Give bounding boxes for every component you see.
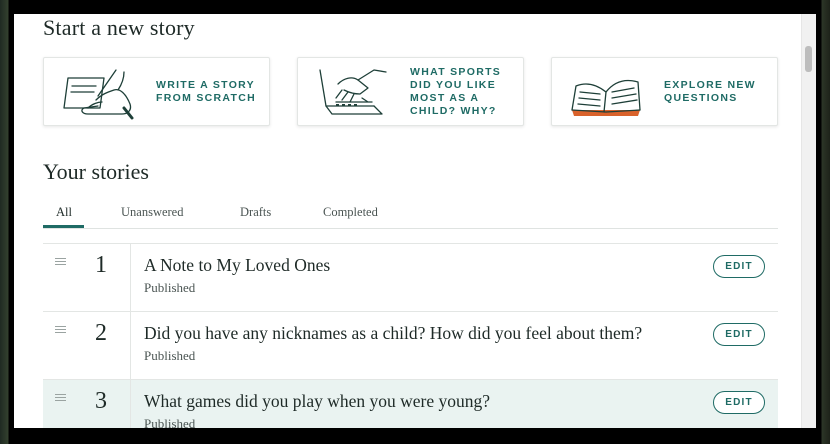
row-divider <box>130 244 131 311</box>
story-status: Published <box>144 416 196 428</box>
story-title[interactable]: A Note to My Loved Ones <box>144 255 330 276</box>
card-label: EXPLORE NEW QUESTIONS <box>664 78 756 104</box>
story-status: Published <box>144 348 196 363</box>
stories-list: 1 A Note to My Loved Ones Published EDIT… <box>43 243 778 428</box>
story-filter-tabs: All Unanswered Drafts Completed <box>43 202 778 229</box>
tab-all[interactable]: All <box>56 205 72 226</box>
story-status: Published <box>144 280 196 295</box>
tab-completed[interactable]: Completed <box>323 205 378 226</box>
sports-question-card[interactable]: WHAT SPORTS DID YOU LIKE MOST AS A CHILD… <box>297 57 524 126</box>
card-label: WRITE A STORY FROM SCRATCH <box>156 78 256 104</box>
card-label: WHAT SPORTS DID YOU LIKE MOST AS A CHILD… <box>410 65 502 117</box>
story-row[interactable]: 2 Did you have any nicknames as a child?… <box>43 312 778 380</box>
drag-handle-icon[interactable] <box>55 326 66 335</box>
open-book-icon <box>571 79 641 116</box>
story-title[interactable]: What games did you play when you were yo… <box>144 391 490 412</box>
story-number: 3 <box>95 388 107 414</box>
row-divider <box>130 380 131 428</box>
scrollbar-thumb[interactable] <box>805 46 812 72</box>
story-row[interactable]: 1 A Note to My Loved Ones Published EDIT <box>43 244 778 312</box>
active-tab-indicator <box>43 225 84 228</box>
vertical-scrollbar[interactable] <box>801 14 816 428</box>
app-window: Start a new story WRITE A STORY FROM SCR… <box>14 14 816 428</box>
tab-unanswered[interactable]: Unanswered <box>121 205 183 226</box>
story-title[interactable]: Did you have any nicknames as a child? H… <box>144 323 642 344</box>
start-new-story-heading: Start a new story <box>43 15 195 40</box>
edit-button[interactable]: EDIT <box>713 323 765 346</box>
your-stories-heading: Your stories <box>43 159 149 184</box>
edit-button[interactable]: EDIT <box>713 391 765 414</box>
new-story-cards: WRITE A STORY FROM SCRATCH WHAT SPORTS D… <box>43 57 778 126</box>
tab-drafts[interactable]: Drafts <box>240 205 271 226</box>
main-content: Start a new story WRITE A STORY FROM SCR… <box>43 14 778 428</box>
drag-handle-icon[interactable] <box>55 394 66 403</box>
laptop-typing-icon <box>319 69 387 115</box>
handwriting-icon <box>63 69 134 120</box>
story-row[interactable]: 3 What games did you play when you were … <box>43 380 778 428</box>
story-number: 1 <box>95 252 107 278</box>
drag-handle-icon[interactable] <box>55 258 66 267</box>
story-number: 2 <box>95 320 107 346</box>
explore-questions-card[interactable]: EXPLORE NEW QUESTIONS <box>551 57 778 126</box>
write-from-scratch-card[interactable]: WRITE A STORY FROM SCRATCH <box>43 57 270 126</box>
edit-button[interactable]: EDIT <box>713 255 765 278</box>
row-divider <box>130 312 131 379</box>
